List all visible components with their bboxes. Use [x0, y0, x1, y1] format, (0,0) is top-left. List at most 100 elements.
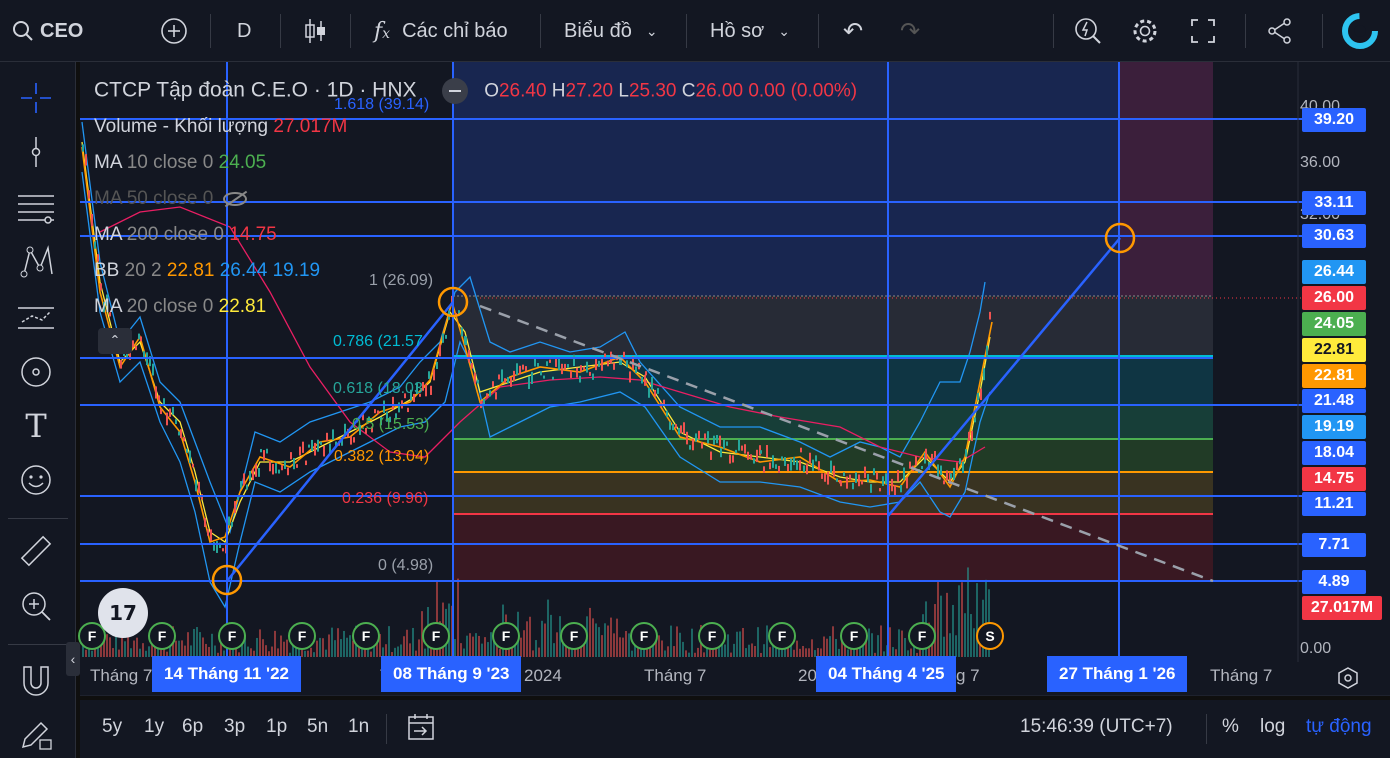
candle [959, 458, 961, 465]
collapse-toolbar-button[interactable]: ‹ [66, 642, 80, 676]
emoji-tool[interactable] [16, 460, 56, 500]
settings-button[interactable] [1130, 0, 1160, 62]
chart-pane[interactable]: CTCP Tập đoàn C.E.O · 1D · HNX O26.40 H2… [66, 62, 1390, 696]
candle [657, 388, 659, 394]
lock-drawings-tool[interactable] [16, 714, 56, 754]
forecast-tool[interactable] [16, 298, 56, 338]
candle [732, 455, 734, 463]
compare-button[interactable] [160, 0, 188, 62]
split-event-marker[interactable]: S [976, 622, 1004, 650]
range-1d[interactable]: 1n [348, 716, 369, 738]
text-tool[interactable]: T [16, 406, 56, 446]
chart-type-button[interactable] [303, 0, 327, 62]
clock-timezone[interactable]: 15:46:39 (UTC+7) [1020, 716, 1173, 738]
redo-button[interactable]: ↷ [900, 0, 920, 62]
bb-lower-value: 19.19 [272, 260, 321, 281]
range-5y[interactable]: 5y [102, 716, 122, 738]
financials-event-marker[interactable]: F [840, 622, 868, 650]
goto-date-button[interactable] [406, 712, 436, 747]
candle [744, 444, 746, 454]
candle [383, 400, 385, 413]
axis-settings-button[interactable] [1336, 666, 1360, 695]
undo-button[interactable]: ↶ [843, 0, 863, 62]
tradingview-logo[interactable]: 17 [98, 588, 148, 638]
fib-tool[interactable] [16, 188, 56, 228]
range-1y[interactable]: 1y [144, 716, 164, 738]
collapse-indicators-button[interactable]: ˆ [98, 328, 132, 354]
legend-volume[interactable]: Volume - Khối lượng 27.017M [94, 116, 347, 138]
crosshair-tool[interactable] [16, 78, 56, 118]
profile-menu-button[interactable]: Hồ sơ ⌄ [710, 0, 790, 62]
financials-event-marker[interactable]: F [630, 622, 658, 650]
range-5d[interactable]: 5n [307, 716, 328, 738]
candle [680, 425, 682, 434]
volume-bar [481, 643, 483, 657]
candle [698, 430, 700, 440]
candle [555, 358, 557, 367]
candle [861, 480, 863, 485]
candle [654, 389, 656, 397]
quick-search-button[interactable] [1073, 0, 1103, 62]
range-3m[interactable]: 3p [224, 716, 245, 738]
volume-bar [547, 599, 549, 657]
volume-bar [829, 636, 831, 657]
volume-bar [964, 613, 966, 657]
volume-bar [274, 630, 276, 657]
log-toggle[interactable]: log [1260, 716, 1285, 738]
candles-icon [305, 19, 325, 43]
volume-bar [553, 643, 555, 657]
financials-event-marker[interactable]: F [422, 622, 450, 650]
financials-event-marker[interactable]: F [768, 622, 796, 650]
zoom-tool[interactable] [16, 586, 56, 626]
trend-line-tool[interactable] [16, 132, 56, 172]
percent-toggle[interactable]: % [1222, 716, 1239, 738]
volume-bar [685, 650, 687, 657]
pattern-tool[interactable] [16, 242, 56, 282]
volume-bar [202, 637, 204, 657]
financials-event-marker[interactable]: F [288, 622, 316, 650]
brand-logo[interactable] [1342, 0, 1378, 62]
candle [163, 398, 165, 405]
financials-event-marker[interactable]: F [908, 622, 936, 650]
legend-ma10[interactable]: MA 10 close 0 24.05 [94, 152, 266, 174]
legend-ma20[interactable]: MA 20 close 0 22.81 [94, 296, 266, 318]
magnet-tool[interactable] [16, 660, 56, 700]
volume-bar [949, 633, 951, 657]
range-6m[interactable]: 6p [182, 716, 203, 738]
chart-canvas[interactable] [80, 62, 1390, 696]
financials-event-marker[interactable]: F [698, 622, 726, 650]
volume-bar [307, 650, 309, 657]
auto-scale-toggle[interactable]: tự động [1306, 716, 1372, 738]
hexagon-settings-icon [1338, 667, 1358, 689]
symbol-search[interactable]: CEO [12, 0, 83, 62]
volume-bar [796, 640, 798, 657]
candle [468, 349, 470, 363]
financials-event-marker[interactable]: F [218, 622, 246, 650]
legend-ma50[interactable]: MA 50 close 0 [94, 188, 247, 210]
brush-tool[interactable] [16, 352, 56, 392]
chart-menu-button[interactable]: Biểu đồ ⌄ [564, 0, 658, 62]
collapse-legend-button[interactable] [442, 78, 469, 104]
volume-bar [904, 638, 906, 657]
high-value: 27.20 [565, 80, 614, 102]
financials-event-marker[interactable]: F [560, 622, 588, 650]
financials-event-marker[interactable]: F [492, 622, 520, 650]
legend-bb[interactable]: BB 20 2 22.81 26.44 19.19 [94, 260, 320, 282]
share-button[interactable] [1266, 0, 1294, 62]
financials-event-marker[interactable]: F [352, 622, 380, 650]
financials-event-marker[interactable]: F [148, 622, 176, 650]
candle [320, 441, 322, 445]
candle [965, 449, 967, 457]
candle [433, 369, 435, 381]
candle [897, 469, 899, 482]
range-1m[interactable]: 1p [266, 716, 287, 738]
measure-tool[interactable] [16, 532, 56, 572]
interval-button[interactable]: D [237, 0, 251, 62]
legend-ma200[interactable]: MA 200 close 0 14.75 [94, 224, 277, 246]
fullscreen-button[interactable] [1190, 0, 1216, 62]
volume-bar [304, 650, 306, 657]
candle [486, 393, 488, 398]
indicators-button[interactable]: fx Các chỉ báo [374, 0, 508, 62]
change-value: 0.00 (0.00%) [748, 80, 858, 102]
eye-hidden-icon[interactable] [222, 190, 247, 208]
